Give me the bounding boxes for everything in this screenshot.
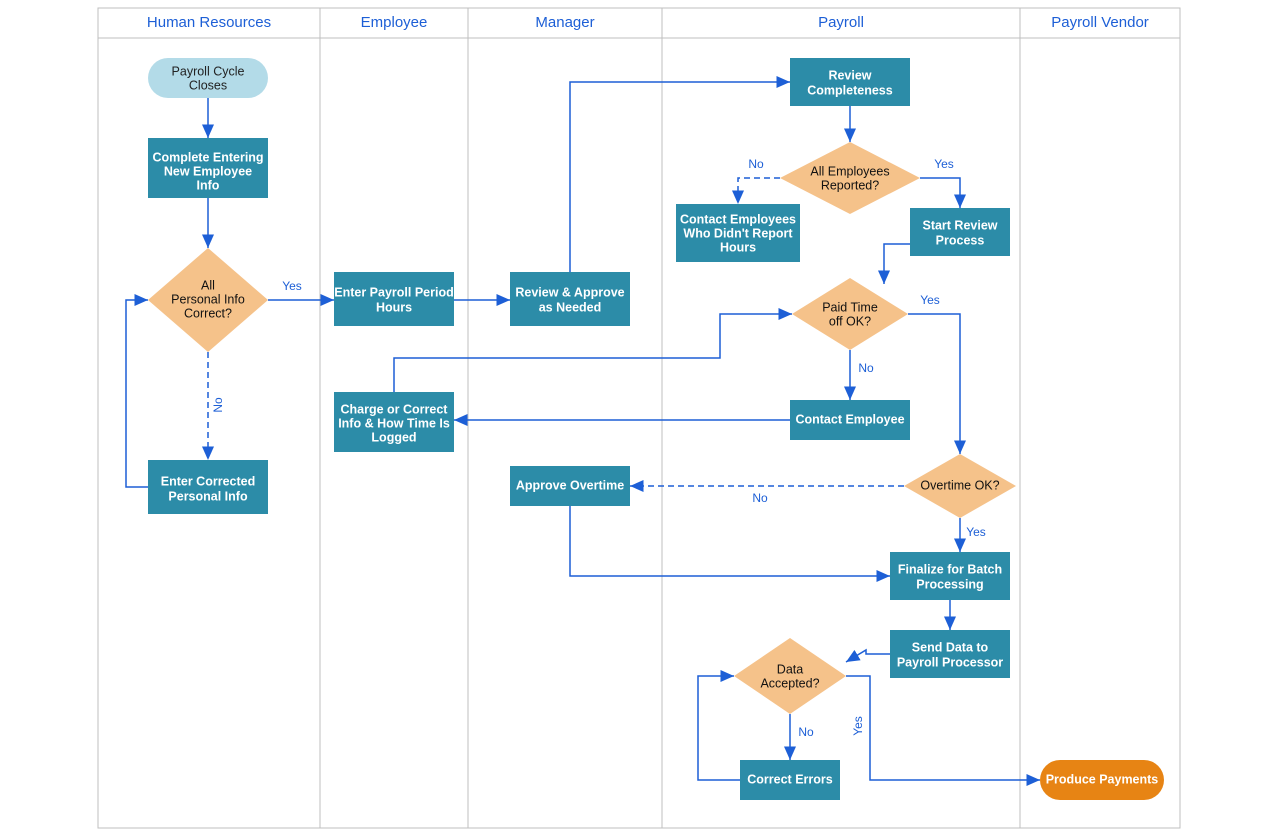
flow xyxy=(570,506,890,576)
svg-text:off OK?: off OK? xyxy=(829,314,871,328)
svg-text:Yes: Yes xyxy=(920,293,940,307)
svg-text:Review: Review xyxy=(828,68,871,82)
flow xyxy=(698,676,740,780)
svg-text:Approve Overtime: Approve Overtime xyxy=(516,478,624,492)
lane-pay: Payroll xyxy=(818,14,864,31)
svg-text:No: No xyxy=(798,725,814,739)
flow xyxy=(846,650,890,662)
svg-text:Complete Entering: Complete Entering xyxy=(152,150,263,164)
svg-text:Contact Employee: Contact Employee xyxy=(795,412,904,426)
svg-text:Data: Data xyxy=(777,662,803,676)
svg-text:Correct?: Correct? xyxy=(184,306,232,320)
flow xyxy=(920,178,960,208)
lane-mgr: Manager xyxy=(535,14,594,31)
svg-text:Yes: Yes xyxy=(934,157,954,171)
svg-text:Contact Employees: Contact Employees xyxy=(680,212,796,226)
svg-text:Produce Payments: Produce Payments xyxy=(1046,772,1159,786)
lane-emp: Employee xyxy=(361,14,428,31)
svg-text:Enter Payroll Period: Enter Payroll Period xyxy=(334,285,453,299)
svg-text:Finalize for Batch: Finalize for Batch xyxy=(898,562,1002,576)
flow xyxy=(884,244,910,284)
svg-text:Correct Errors: Correct Errors xyxy=(747,772,832,786)
flow xyxy=(126,300,148,487)
svg-text:Hours: Hours xyxy=(720,240,756,254)
svg-text:No: No xyxy=(211,397,225,413)
svg-text:Yes: Yes xyxy=(282,279,302,293)
svg-text:Yes: Yes xyxy=(851,716,865,736)
svg-text:Start Review: Start Review xyxy=(922,218,997,232)
svg-text:Accepted?: Accepted? xyxy=(760,676,819,690)
swimlane-diagram: Human Resources Employee Manager Payroll… xyxy=(0,0,1274,836)
svg-text:All: All xyxy=(201,278,215,292)
lane-ven: Payroll Vendor xyxy=(1051,14,1149,31)
svg-text:as Needed: as Needed xyxy=(539,300,602,314)
svg-text:Process: Process xyxy=(936,233,985,247)
svg-text:Info: Info xyxy=(197,178,220,192)
svg-text:Personal Info: Personal Info xyxy=(171,292,245,306)
svg-text:Overtime OK?: Overtime OK? xyxy=(920,478,999,492)
svg-text:Review & Approve: Review & Approve xyxy=(515,285,624,299)
svg-text:Send Data to: Send Data to xyxy=(912,640,989,654)
svg-text:No: No xyxy=(858,361,874,375)
svg-text:Completeness: Completeness xyxy=(807,83,892,97)
svg-text:Paid Time: Paid Time xyxy=(822,300,878,314)
svg-text:Who Didn't Report: Who Didn't Report xyxy=(683,226,793,240)
svg-text:Logged: Logged xyxy=(371,430,416,444)
flow xyxy=(846,676,1040,780)
svg-text:No: No xyxy=(752,491,768,505)
svg-text:Personal Info: Personal Info xyxy=(168,489,248,503)
svg-text:Reported?: Reported? xyxy=(821,178,879,192)
flow-dashed xyxy=(738,178,780,204)
svg-text:Info & How Time Is: Info & How Time Is xyxy=(338,416,450,430)
svg-text:Payroll Processor: Payroll Processor xyxy=(897,655,1003,669)
svg-text:Payroll Cycle: Payroll Cycle xyxy=(172,64,245,78)
svg-text:No: No xyxy=(748,157,764,171)
svg-text:Yes: Yes xyxy=(966,525,986,539)
svg-text:Closes: Closes xyxy=(189,78,227,92)
svg-text:Hours: Hours xyxy=(376,300,412,314)
svg-text:Charge or Correct: Charge or Correct xyxy=(341,402,449,416)
lanes: Human Resources Employee Manager Payroll… xyxy=(98,8,1180,828)
svg-text:New Employee: New Employee xyxy=(164,164,252,178)
svg-text:Enter Corrected: Enter Corrected xyxy=(161,474,255,488)
svg-text:Processing: Processing xyxy=(916,577,983,591)
flow xyxy=(908,314,960,454)
lane-hr: Human Resources xyxy=(147,14,271,31)
svg-text:All Employees: All Employees xyxy=(810,164,889,178)
